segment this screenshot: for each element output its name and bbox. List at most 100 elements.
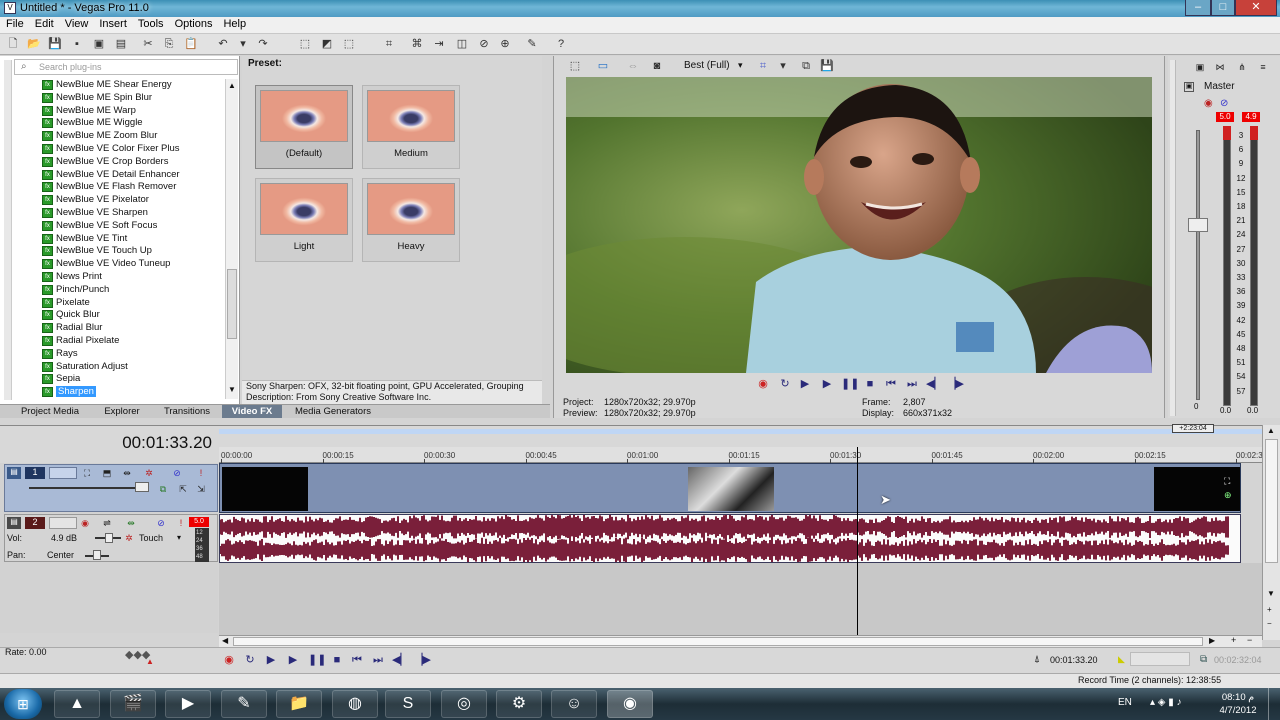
solo-icon[interactable]: ! [175, 517, 187, 529]
scroll-thumb[interactable] [1265, 439, 1278, 563]
zoom-out-icon[interactable]: − [1267, 619, 1272, 628]
plugin-item[interactable]: fx NewBlue ME Warp [14, 105, 224, 118]
menu-view[interactable]: View [59, 17, 94, 30]
open-icon[interactable]: 📂 [27, 37, 41, 51]
selection-length-time[interactable]: 00:02:32:04 [1214, 655, 1262, 665]
normal-edit-tool-icon[interactable]: ⬚ [298, 37, 312, 51]
scroll-up-icon[interactable]: ▲ [228, 81, 236, 90]
plugin-item[interactable]: fx Pixelate [14, 297, 224, 310]
preset-default[interactable]: (Default) [255, 85, 353, 169]
plugin-item[interactable]: fx Rays [14, 348, 224, 361]
scroll-down-icon[interactable]: ▼ [1267, 589, 1275, 598]
solo-icon[interactable]: ⊘ [1220, 98, 1228, 109]
selection-start-field[interactable] [1130, 652, 1190, 666]
split-screen-icon[interactable]: ◙ [650, 59, 664, 73]
scroll-left-icon[interactable]: ◀ [222, 636, 228, 645]
track-fx-icon[interactable]: ⇹ [125, 517, 137, 529]
movie-icon[interactable]: 🎬 [110, 690, 156, 718]
plugin-search-input[interactable]: ⌕ Search plug-ins [14, 59, 238, 75]
loop-region-bar[interactable] [219, 429, 1262, 434]
new-icon[interactable]: 🗋 [6, 37, 20, 51]
master-fx-icon[interactable]: ▣ [1184, 82, 1194, 92]
plugin-item[interactable]: fx Saturation Adjust [14, 361, 224, 374]
event-fx-icon[interactable]: ⊕ [1224, 490, 1232, 501]
plugin-item[interactable]: fx Pinch/Punch [14, 284, 224, 297]
scroll-right-icon[interactable]: ▶ [1209, 636, 1215, 645]
mixer-properties-icon[interactable]: ▣ [1194, 61, 1206, 73]
external-monitor-icon[interactable]: ▭ [596, 59, 610, 73]
maximize-button[interactable]: □ [1211, 0, 1235, 16]
pause-icon[interactable]: ❚❚ [308, 653, 326, 667]
auto-crossfade-icon[interactable]: ⌘ [410, 37, 424, 51]
compositor-icon[interactable]: ! [195, 467, 207, 479]
plugin-item[interactable]: fx NewBlue ME Spin Blur [14, 92, 224, 105]
record-icon[interactable]: ◉ [756, 377, 770, 391]
preset-light[interactable]: Light [255, 178, 353, 262]
track-motion-icon[interactable]: ⛶ [81, 467, 93, 479]
make-child-icon[interactable]: ⇱ [177, 483, 189, 495]
plugin-item[interactable]: fx NewBlue VE Detail Enhancer [14, 169, 224, 182]
snapping-icon[interactable]: ⌗ [382, 37, 396, 51]
loop-playback-icon[interactable]: ↻ [243, 653, 257, 667]
record-icon[interactable]: ◉ [222, 653, 236, 667]
properties-icon[interactable]: ▤ [114, 37, 128, 51]
loop-playback-icon[interactable]: ↻ [778, 377, 792, 391]
folder-icon[interactable]: 📁 [276, 690, 322, 718]
panel-gripper[interactable] [4, 60, 12, 400]
volume-slider-thumb[interactable] [105, 533, 113, 543]
show-desktop-button[interactable] [1268, 688, 1280, 720]
plugin-list-scrollbar[interactable]: ▲ ▼ [225, 79, 238, 399]
track-gripper-icon[interactable]: ▤ [7, 467, 21, 479]
minimize-button[interactable]: – [1185, 0, 1211, 16]
pen-icon[interactable]: ✎ [221, 690, 267, 718]
level-slider-track[interactable] [29, 487, 149, 489]
stop-icon[interactable]: ■ [330, 653, 344, 667]
master-fader-track[interactable] [1196, 130, 1200, 400]
pan-slider-thumb[interactable] [93, 550, 101, 560]
zoom-in-icon[interactable]: + [1267, 605, 1272, 614]
timeline-ruler[interactable]: 00:00:00 00:00:15 00:00:30 00:00:45 00:01:00… [219, 447, 1267, 463]
plugin-item[interactable]: fx NewBlue VE Pixelator [14, 194, 224, 207]
plugin-item[interactable]: fx NewBlue ME Zoom Blur [14, 130, 224, 143]
play-from-start-icon[interactable]: ▶ [264, 653, 278, 667]
solo-icon[interactable]: ⊘ [171, 467, 183, 479]
plugin-item[interactable]: fx NewBlue VE Tint [14, 233, 224, 246]
master-fader-thumb[interactable] [1188, 218, 1208, 232]
preview-fx-icon[interactable]: ⇔ [626, 59, 640, 73]
firefox-icon[interactable]: ◍ [332, 690, 378, 718]
timeline-vertical-scrollbar[interactable]: ▲ ▼ + − [1262, 425, 1280, 640]
plugin-item[interactable]: fx Radial Blur [14, 322, 224, 335]
chrome-icon[interactable]: ◎ [441, 690, 487, 718]
plugin-item[interactable]: fx NewBlue VE Crop Borders [14, 156, 224, 169]
scroll-down-icon[interactable]: ▼ [228, 385, 236, 394]
chevron-down-icon[interactable]: ▾ [177, 533, 181, 542]
media-icon[interactable]: ▶ [165, 690, 211, 718]
save-icon[interactable]: 💾 [48, 37, 62, 51]
plugin-item[interactable]: fx NewBlue ME Shear Energy [14, 79, 224, 92]
menu-file[interactable]: File [0, 17, 29, 30]
steam-icon[interactable]: ⚙ [496, 690, 542, 718]
menu-help[interactable]: Help [217, 17, 251, 30]
level-slider-thumb[interactable] [135, 482, 149, 492]
go-to-end-icon[interactable]: ⏭ [905, 377, 919, 391]
mute-icon[interactable]: ◉ [1204, 98, 1213, 109]
plugin-item[interactable]: fx NewBlue VE Touch Up [14, 245, 224, 258]
paste-icon[interactable]: 📋 [184, 37, 198, 51]
pause-icon[interactable]: ❚❚ [841, 377, 859, 391]
track-fx-icon[interactable]: ⇹ [121, 467, 133, 479]
plugin-item[interactable]: fx NewBlue ME Wiggle [14, 117, 224, 130]
zoom-out-icon[interactable]: − [1247, 635, 1252, 645]
play-from-start-icon[interactable]: ▶ [798, 377, 812, 391]
video-event-thumb-start[interactable] [222, 467, 308, 511]
automation-icon[interactable]: ✲ [123, 532, 135, 544]
save-as-icon[interactable]: ▪ [70, 37, 84, 51]
video-event-thumb-mid[interactable] [688, 467, 774, 511]
mute-icon[interactable]: ✲ [143, 467, 155, 479]
overlays-dropdown-icon[interactable]: ▾ [776, 59, 790, 73]
scroll-thumb[interactable] [227, 269, 237, 339]
lock-envelopes-icon[interactable]: ◫ [455, 37, 469, 51]
previous-frame-icon[interactable]: ◀▏ [392, 653, 409, 667]
close-button[interactable]: ✕ [1235, 0, 1277, 16]
start-button[interactable]: ⊞ [4, 689, 42, 719]
plugin-item[interactable]: fx NewBlue VE Color Fixer Plus [14, 143, 224, 156]
